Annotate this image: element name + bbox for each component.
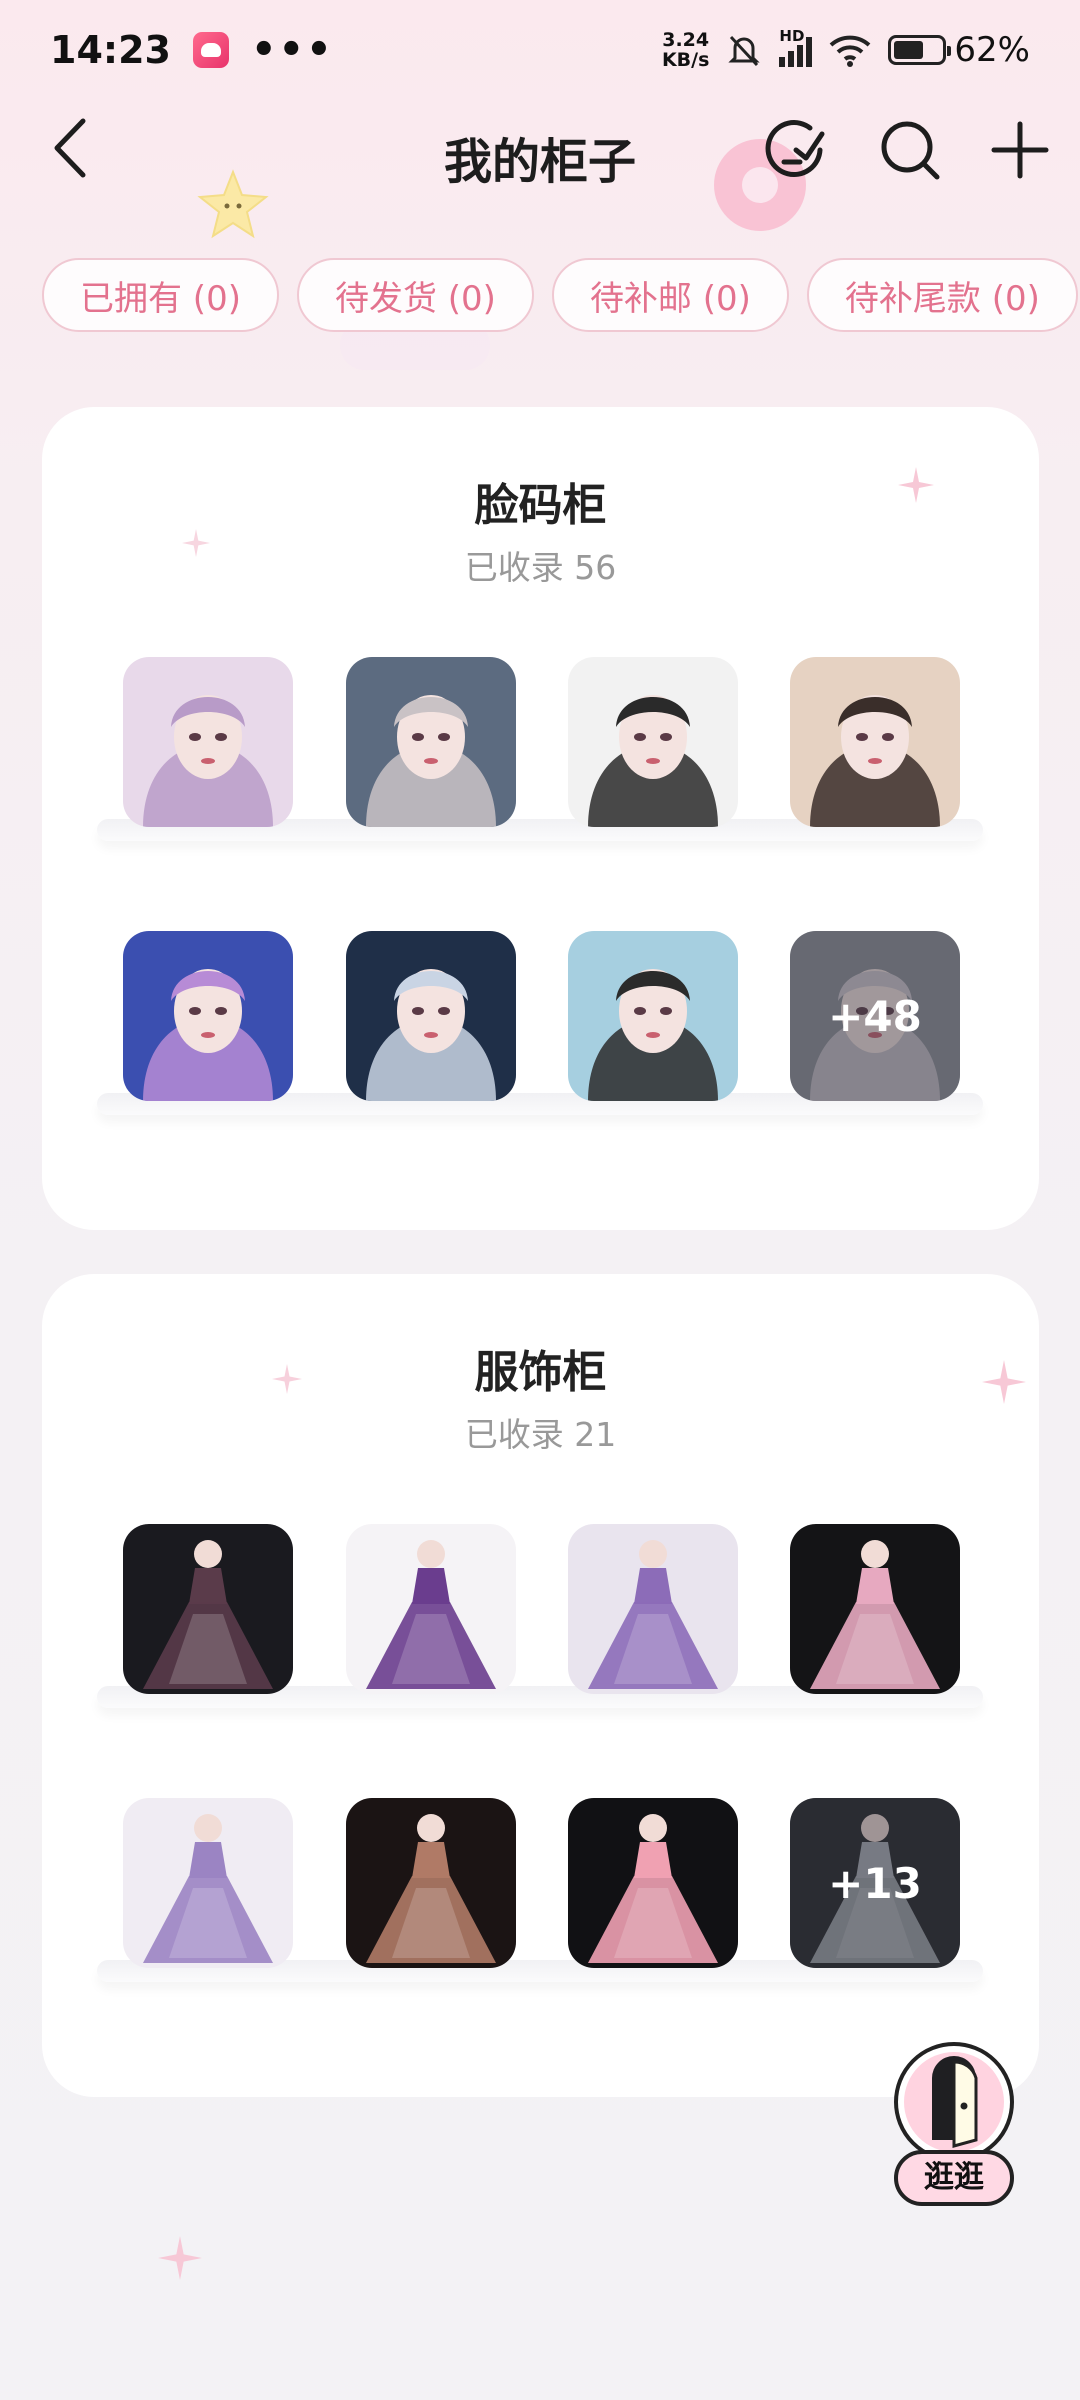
cabinet-count: 已收录 21 <box>464 1415 617 1454</box>
status-bar: 14:23 ••• 3.24 KB/s HD 62% <box>0 0 1080 100</box>
outfit-thumbnail[interactable] <box>346 1798 516 1968</box>
manage-icon <box>765 120 825 177</box>
face-thumbnail[interactable]: +48 <box>790 931 960 1101</box>
face-thumbnail[interactable] <box>790 657 960 827</box>
search-button[interactable] <box>870 110 950 190</box>
status-time: 14:23 <box>50 28 171 72</box>
cabinet-title: 脸码柜 <box>474 480 607 531</box>
outfit-thumbnail[interactable]: +13 <box>790 1798 960 1968</box>
cabinet-title: 服饰柜 <box>474 1347 607 1398</box>
browse-label: 逛逛 <box>894 2150 1014 2206</box>
more-count-overlay: +48 <box>790 931 960 1101</box>
top-app-bar: 我的柜子 <box>0 100 1080 200</box>
tab-pending-shipping-fee[interactable]: 待补邮 (0) <box>551 258 789 332</box>
add-button[interactable] <box>980 110 1060 190</box>
outfit-thumbnail[interactable] <box>568 1798 738 1968</box>
cellular-signal-icon: HD <box>779 27 813 67</box>
tab-pending-balance[interactable]: 待补尾款 (0) <box>806 258 1078 332</box>
tab-owned[interactable]: 已拥有 (0) <box>42 258 279 332</box>
face-thumbnail[interactable] <box>346 657 516 827</box>
status-filter-tabs: 已拥有 (0) 待发货 (0) 待补邮 (0) 待补尾款 (0) <box>42 258 1078 332</box>
more-notifications-icon: ••• <box>250 27 334 73</box>
manage-button[interactable] <box>756 110 836 190</box>
battery-icon <box>888 35 952 65</box>
sparkle-decoration-icon <box>158 2236 202 2280</box>
mute-bell-icon <box>728 35 761 67</box>
more-count-overlay: +13 <box>790 1798 960 1968</box>
wifi-icon <box>830 35 871 67</box>
cabinet-count: 已收录 56 <box>464 548 617 587</box>
face-thumbnail[interactable] <box>568 931 738 1101</box>
outfit-thumbnail[interactable] <box>790 1524 960 1694</box>
outfit-thumbnail[interactable] <box>346 1524 516 1694</box>
face-cabinet-card[interactable]: 脸码柜 已收录 56 +48 <box>42 407 1039 1230</box>
net-speed: 3.24 KB/s <box>661 29 710 71</box>
face-thumbnail[interactable] <box>568 657 738 827</box>
face-thumbnail[interactable] <box>123 931 293 1101</box>
door-icon <box>894 2042 1014 2162</box>
face-thumbnail[interactable] <box>346 931 516 1101</box>
add-icon <box>991 121 1049 179</box>
tab-pending-shipment[interactable]: 待发货 (0) <box>296 258 534 332</box>
app-notification-icon <box>192 32 229 68</box>
face-thumbnail[interactable] <box>123 657 293 827</box>
browse-float-button[interactable]: 逛逛 <box>888 2040 1020 2210</box>
battery-indicator: 62% <box>888 30 1030 70</box>
outfit-thumbnail[interactable] <box>568 1524 738 1694</box>
search-icon <box>881 121 940 180</box>
outfit-thumbnail[interactable] <box>123 1524 293 1694</box>
outfit-thumbnail[interactable] <box>123 1798 293 1968</box>
clothing-cabinet-card[interactable]: 服饰柜 已收录 21 +13 <box>42 1274 1039 2097</box>
